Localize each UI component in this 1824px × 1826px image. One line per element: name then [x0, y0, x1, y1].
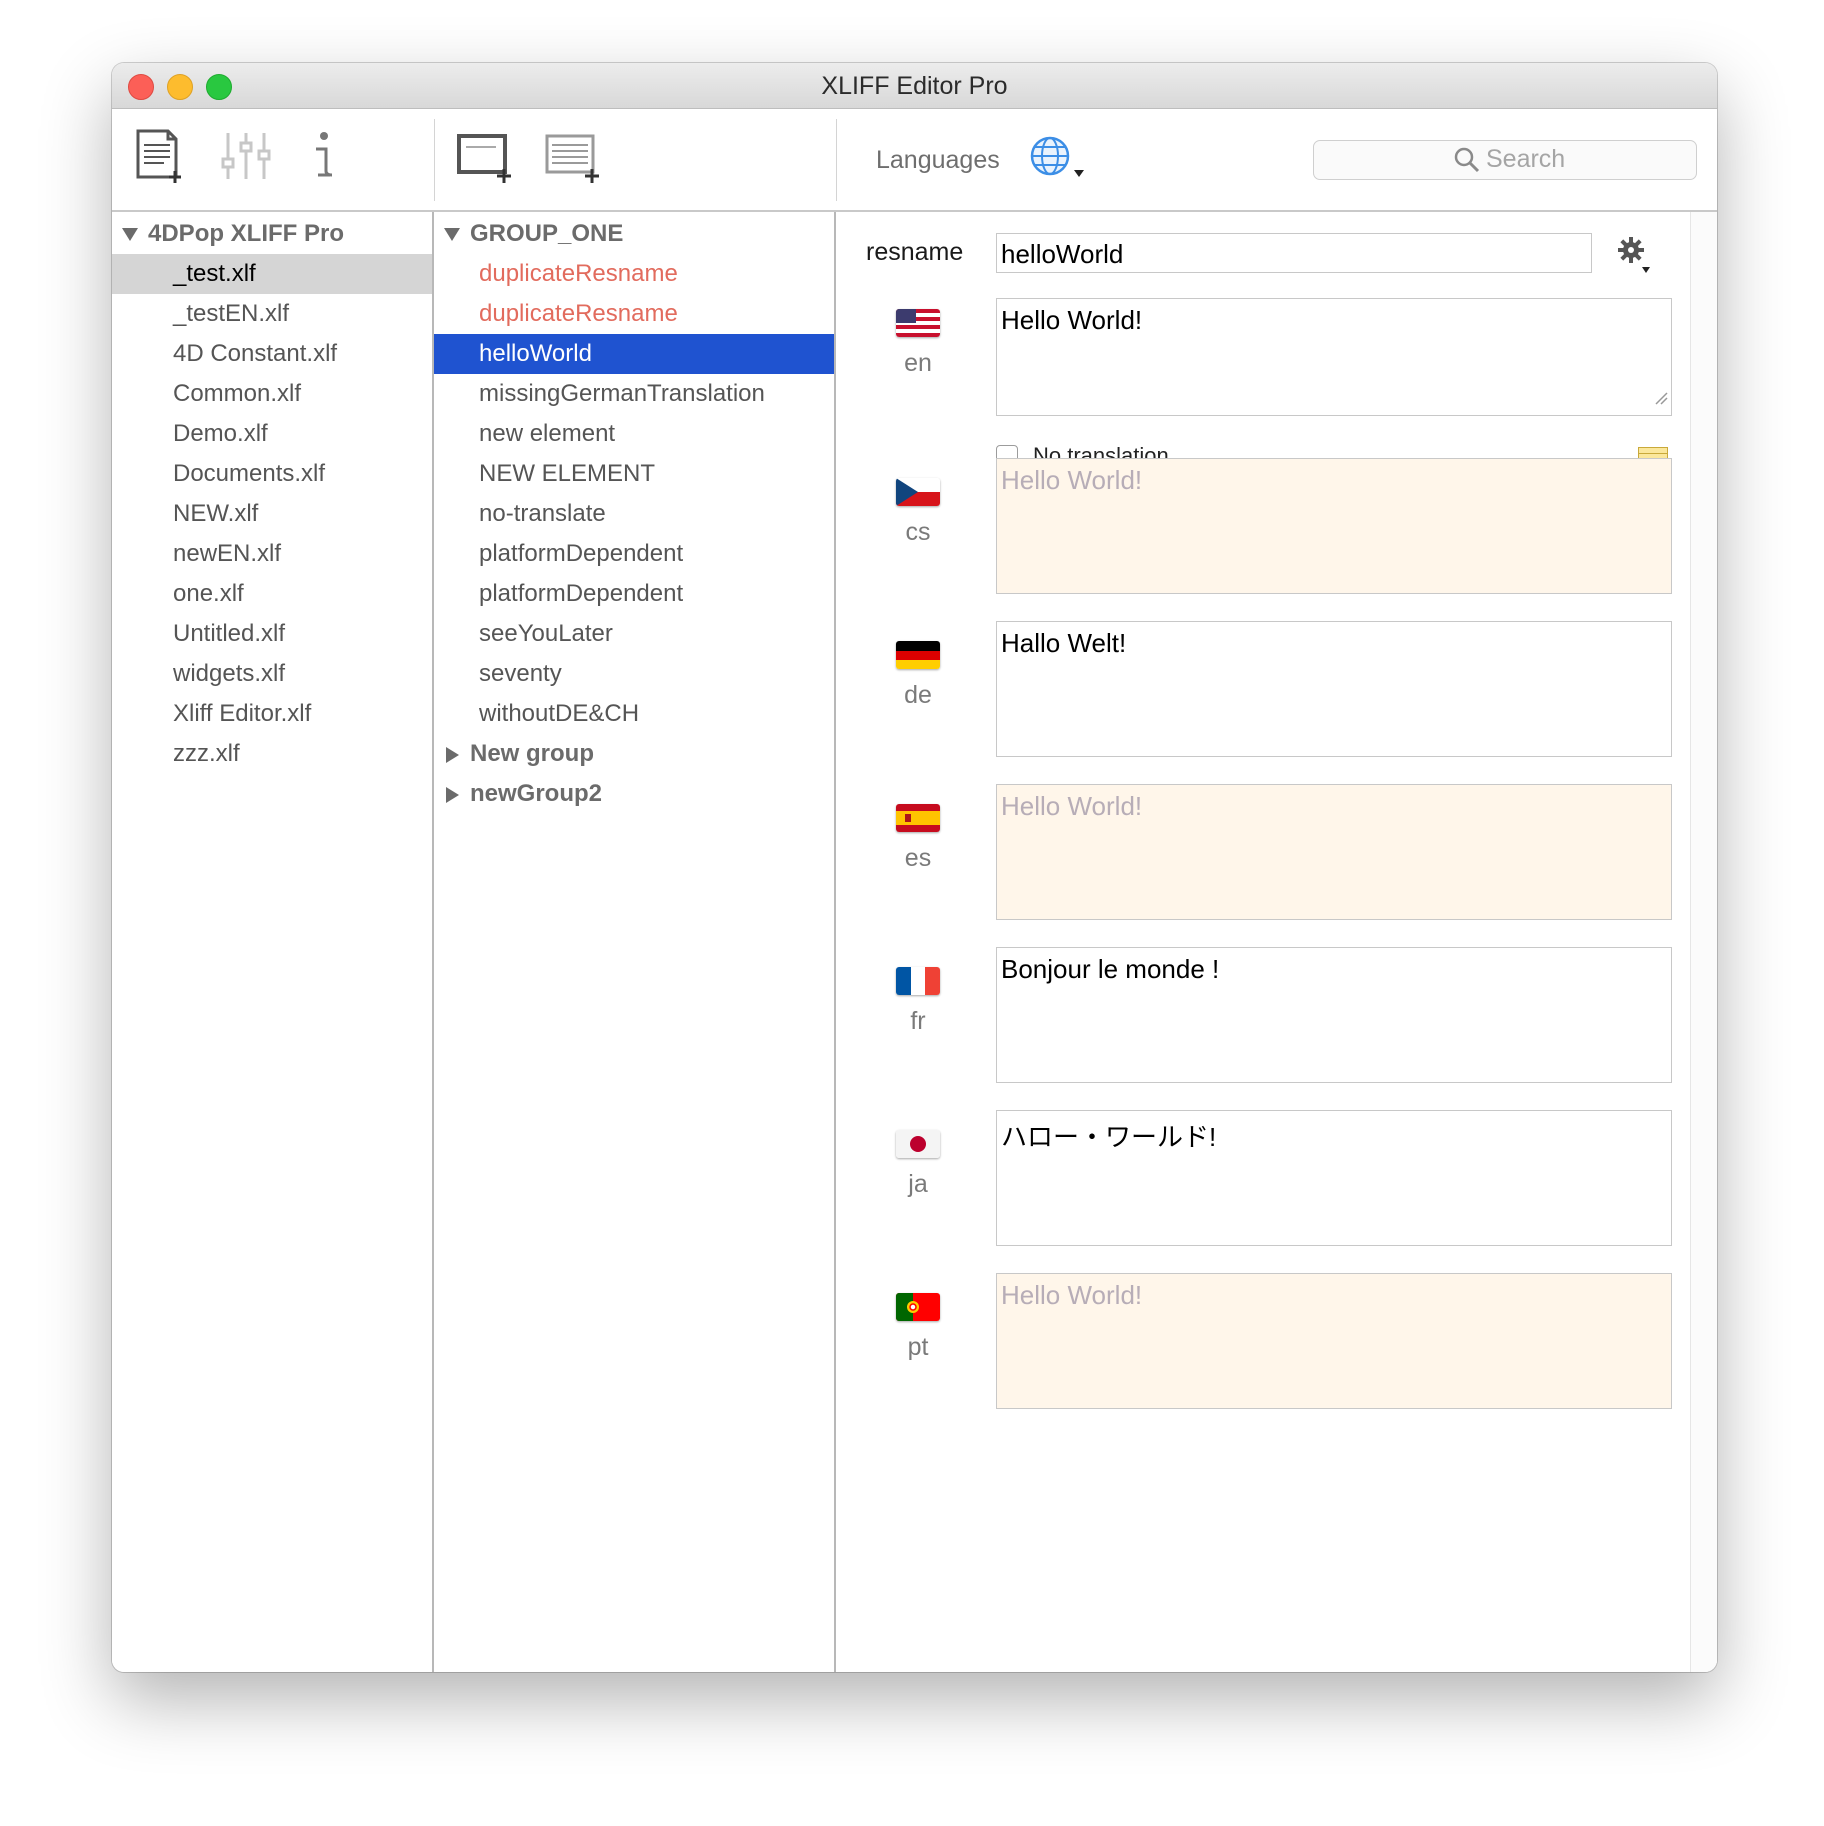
editor-panel: resname helloWorld en Hello World! No tr… [836, 212, 1717, 1672]
add-element-icon[interactable] [544, 133, 602, 188]
file-item[interactable]: Xliff Editor.xlf [112, 694, 432, 734]
element-item[interactable]: seventy [434, 654, 834, 694]
resname-input[interactable]: helloWorld [996, 233, 1592, 273]
title-bar: XLIFF Editor Pro [112, 63, 1717, 109]
file-item[interactable]: Untitled.xlf [112, 614, 432, 654]
element-item[interactable]: missingGermanTranslation [434, 374, 834, 414]
element-item[interactable]: duplicateResname [434, 254, 834, 294]
language-code: en [904, 349, 932, 377]
languages-label: Languages [876, 146, 1000, 174]
translation-textarea-es[interactable]: Hello World! [996, 784, 1672, 920]
language-code: pt [907, 1333, 929, 1361]
file-item[interactable]: _test.xlf [112, 254, 432, 294]
flag-es-icon [896, 804, 940, 832]
vertical-scrollbar[interactable] [1690, 212, 1717, 1672]
flag-pt-icon [896, 1293, 940, 1321]
element-item[interactable]: no-translate [434, 494, 834, 534]
search-placeholder: Search [1486, 145, 1566, 173]
new-file-icon[interactable] [134, 127, 184, 188]
language-code: de [904, 681, 932, 709]
settings-sliders-icon[interactable] [220, 131, 272, 186]
element-item[interactable]: platformDependent [434, 534, 834, 574]
file-item[interactable]: Common.xlf [112, 374, 432, 414]
group-header[interactable]: newGroup2 [434, 774, 834, 814]
file-item[interactable]: 4D Constant.xlf [112, 334, 432, 374]
element-item[interactable]: new element [434, 414, 834, 454]
translation-textarea-en[interactable]: Hello World! [996, 298, 1672, 416]
disclosure-triangle-icon[interactable] [122, 228, 138, 242]
toolbar: Languages Search [112, 109, 1717, 212]
flag-cz-icon [896, 478, 940, 506]
group-header[interactable]: GROUP_ONE [434, 214, 834, 254]
translation-textarea-de[interactable]: Hallo Welt! [996, 621, 1672, 757]
resname-label: resname [866, 238, 964, 266]
group-header[interactable]: New group [434, 734, 834, 774]
element-list-panel: GROUP_ONE duplicateResname duplicateResn… [434, 212, 836, 1672]
element-item[interactable]: NEW ELEMENT [434, 454, 834, 494]
search-icon [1454, 147, 1480, 178]
element-item[interactable]: withoutDE&CH [434, 694, 834, 734]
disclosure-triangle-icon[interactable] [446, 746, 459, 763]
flag-fr-icon [896, 967, 940, 995]
element-item[interactable]: duplicateResname [434, 294, 834, 334]
file-item[interactable]: _testEN.xlf [112, 294, 432, 334]
language-code: cs [905, 518, 931, 546]
globe-icon[interactable] [1030, 136, 1086, 187]
element-item[interactable]: platformDependent [434, 574, 834, 614]
element-item[interactable]: seeYouLater [434, 614, 834, 654]
file-item[interactable]: widgets.xlf [112, 654, 432, 694]
file-item[interactable]: NEW.xlf [112, 494, 432, 534]
translation-textarea-cs[interactable]: Hello World! [996, 458, 1672, 594]
flag-us-icon [896, 309, 940, 337]
gear-icon[interactable] [1618, 237, 1652, 280]
file-item[interactable]: newEN.xlf [112, 534, 432, 574]
language-code: ja [908, 1170, 928, 1198]
translation-textarea-pt[interactable]: Hello World! [996, 1273, 1672, 1409]
window-title: XLIFF Editor Pro [821, 72, 1008, 100]
element-item[interactable]: helloWorld [434, 334, 834, 374]
file-list-panel: 4DPop XLIFF Pro _test.xlf _testEN.xlf 4D… [112, 212, 434, 1672]
resize-grip-icon[interactable] [1654, 381, 1668, 412]
file-item[interactable]: Demo.xlf [112, 414, 432, 454]
disclosure-triangle-icon[interactable] [444, 228, 460, 242]
search-input[interactable]: Search [1313, 140, 1697, 180]
flag-de-icon [896, 641, 940, 669]
flag-jp-icon [896, 1130, 940, 1158]
file-item[interactable]: one.xlf [112, 574, 432, 614]
file-root-header[interactable]: 4DPop XLIFF Pro [112, 214, 432, 254]
translation-textarea-ja[interactable]: ハロー・ワールド! [996, 1110, 1672, 1246]
file-item[interactable]: Documents.xlf [112, 454, 432, 494]
language-code: fr [910, 1007, 926, 1035]
info-icon[interactable] [308, 131, 338, 186]
file-item[interactable]: zzz.xlf [112, 734, 432, 774]
add-group-icon[interactable] [456, 133, 514, 188]
app-window: XLIFF Editor Pro Languages Search 4DPop … [112, 63, 1717, 1672]
toolbar-separator [434, 119, 435, 201]
disclosure-triangle-icon[interactable] [446, 786, 459, 803]
translation-textarea-fr[interactable]: Bonjour le monde ! [996, 947, 1672, 1083]
toolbar-separator [836, 119, 837, 201]
language-code: es [904, 844, 932, 872]
